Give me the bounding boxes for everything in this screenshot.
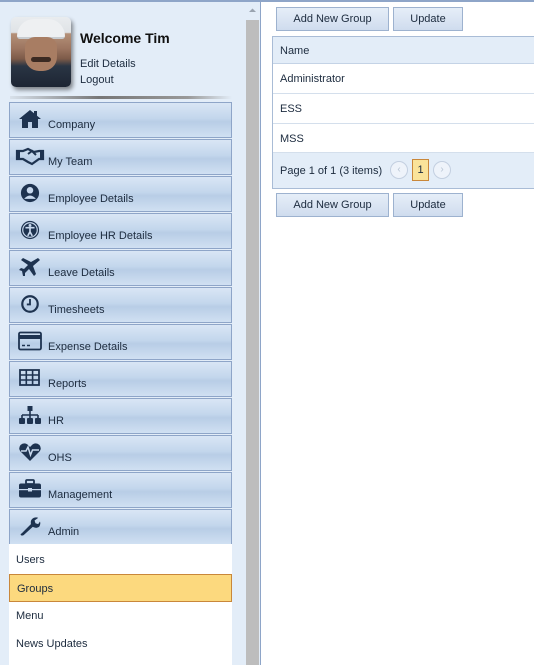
user-icon (20, 183, 40, 203)
cell-name: Administrator (280, 73, 345, 85)
add-new-group-button-top[interactable]: Add New Group (276, 7, 389, 31)
update-button-bottom[interactable]: Update (393, 193, 463, 217)
scrollbar-thumb[interactable] (246, 20, 259, 665)
table-icon (19, 369, 40, 386)
nav-hr[interactable]: HR (9, 398, 232, 434)
admin-submenu: Users Groups Menu News Updates (9, 544, 232, 665)
profile-divider (10, 96, 232, 99)
submenu-label: Groups (17, 583, 54, 595)
nav-label: Employee HR Details (48, 230, 153, 242)
nav-leave-details[interactable]: Leave Details (9, 250, 232, 286)
scroll-up-arrow-icon[interactable] (245, 4, 260, 16)
submenu-label: Menu (16, 610, 44, 622)
accessibility-icon (20, 220, 40, 240)
nav-timesheets[interactable]: Timesheets (9, 287, 232, 323)
cell-name: ESS (280, 103, 303, 115)
submenu-label: News Updates (16, 638, 88, 650)
nav-label: Expense Details (48, 341, 128, 353)
panel-splitter[interactable] (260, 2, 261, 665)
nav-label: Timesheets (48, 304, 105, 316)
pager-prev-button[interactable]: ‹ (390, 161, 408, 179)
briefcase-icon (19, 479, 41, 498)
nav-company[interactable]: Company (9, 102, 232, 138)
update-button-top[interactable]: Update (393, 7, 463, 31)
nav-expense-details[interactable]: Expense Details (9, 324, 232, 360)
nav-label: Company (48, 119, 96, 131)
column-header-label: Name (280, 45, 310, 57)
column-header-name[interactable]: Name (273, 37, 534, 64)
nav-management[interactable]: Management (9, 472, 232, 508)
nav-my-team[interactable]: My Team (9, 139, 232, 175)
groups-grid: Name Administrator ESS MSS Page 1 of 1 (… (272, 36, 534, 189)
profile-panel: Welcome Tim Edit Details Logout (10, 17, 240, 97)
pager-page-1[interactable]: 1 (412, 159, 429, 181)
table-row[interactable]: ESS (273, 94, 534, 124)
nav-ohs[interactable]: OHS (9, 435, 232, 471)
clock-icon (21, 295, 39, 313)
nav-admin[interactable]: Admin (9, 509, 232, 545)
nav-label: OHS (48, 452, 72, 464)
submenu-label: Users (16, 554, 45, 566)
cell-name: MSS (280, 133, 304, 145)
nav-label: Admin (48, 526, 80, 538)
nav-label: Leave Details (48, 267, 115, 279)
credit-card-icon (18, 331, 42, 351)
org-chart-icon (19, 406, 41, 424)
home-icon (19, 110, 41, 128)
submenu-news-updates[interactable]: News Updates (9, 630, 230, 656)
nav-employee-hr-details[interactable]: Employee HR Details (9, 213, 232, 249)
table-row[interactable]: Administrator (273, 64, 534, 94)
pager: Page 1 of 1 (3 items) ‹ 1 › (273, 153, 534, 188)
nav-label: My Team (48, 156, 93, 168)
nav-employee-details[interactable]: Employee Details (9, 176, 232, 212)
submenu-groups[interactable]: Groups (9, 574, 232, 602)
wrench-icon (20, 517, 41, 536)
welcome-text: Welcome Tim (80, 30, 170, 46)
logout-link[interactable]: Logout (80, 74, 114, 86)
nav-label: Reports (48, 378, 87, 390)
table-row[interactable]: MSS (273, 124, 534, 153)
submenu-users[interactable]: Users (9, 546, 230, 572)
edit-details-link[interactable]: Edit Details (80, 58, 136, 70)
pager-info: Page 1 of 1 (3 items) (280, 165, 383, 177)
nav-label: HR (48, 415, 64, 427)
submenu-menu[interactable]: Menu (9, 602, 230, 628)
nav-reports[interactable]: Reports (9, 361, 232, 397)
nav-label: Management (48, 489, 113, 501)
plane-icon (19, 258, 40, 276)
heartbeat-icon (19, 443, 41, 461)
add-new-group-button-bottom[interactable]: Add New Group (276, 193, 389, 217)
handshake-icon (15, 147, 45, 166)
pager-next-button[interactable]: › (433, 161, 451, 179)
nav-label: Employee Details (48, 193, 134, 205)
avatar (11, 17, 71, 87)
